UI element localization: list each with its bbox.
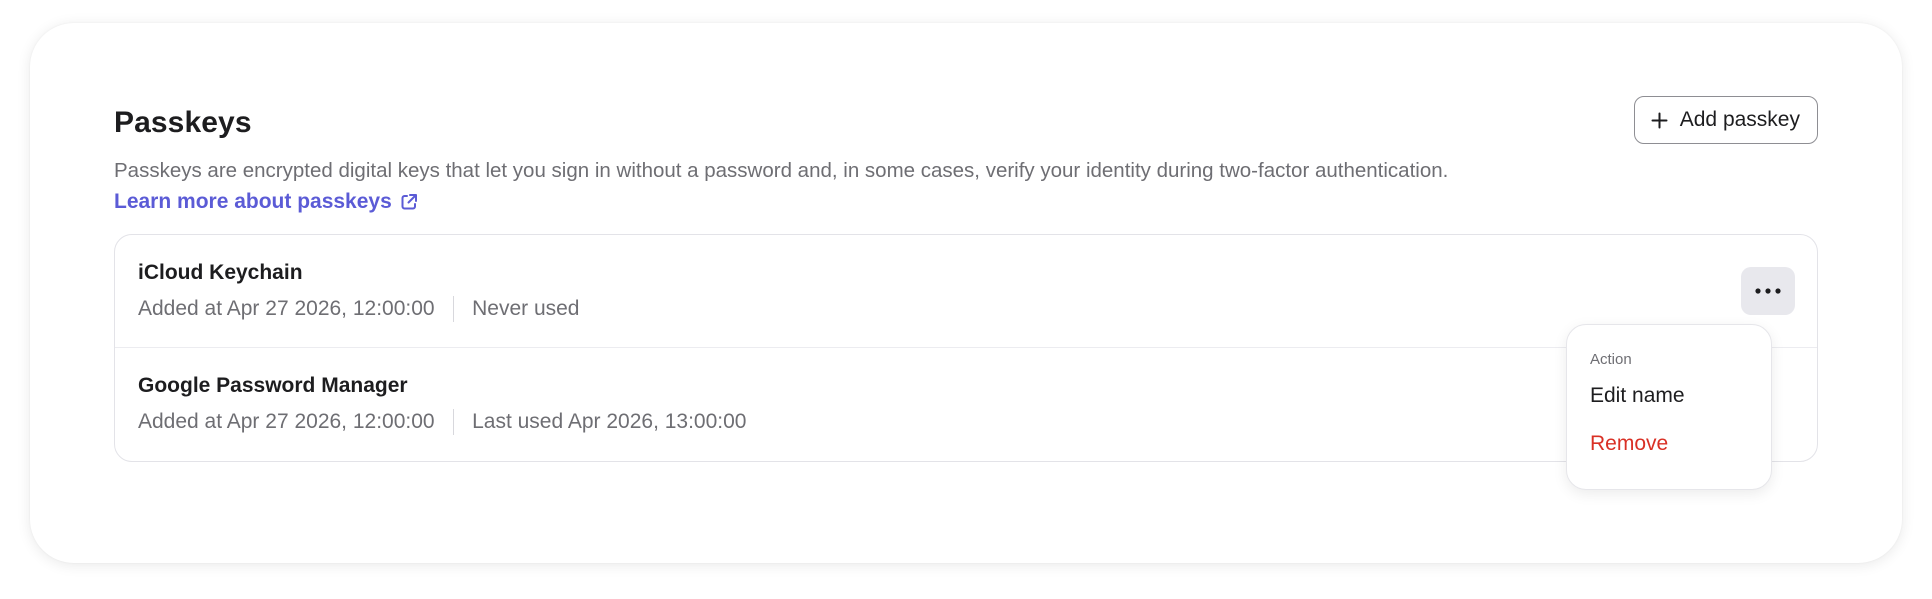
passkey-meta: Added at Apr 27 2026, 12:00:00 Never use…	[138, 294, 579, 324]
action-menu: Action Edit name Remove	[1566, 324, 1772, 490]
passkey-usage: Never used	[472, 297, 580, 320]
learn-more-label: Learn more about passkeys	[114, 190, 392, 213]
passkey-added-date: Added at Apr 27 2026, 12:00:00	[138, 297, 435, 320]
remove-menu-item[interactable]: Remove	[1590, 429, 1668, 459]
meta-divider	[452, 296, 455, 322]
passkey-row: iCloud Keychain Added at Apr 27 2026, 12…	[115, 235, 1817, 348]
section-title: Passkeys	[114, 106, 252, 139]
passkey-name: iCloud Keychain	[138, 261, 303, 284]
passkeys-card: Passkeys Add passkey Passkeys are encryp…	[30, 23, 1902, 563]
passkey-actions-button[interactable]	[1741, 267, 1795, 315]
plus-icon	[1651, 112, 1668, 128]
passkey-list: iCloud Keychain Added at Apr 27 2026, 12…	[114, 234, 1818, 462]
more-horizontal-icon	[1755, 288, 1781, 294]
passkey-row: Google Password Manager Added at Apr 27 …	[115, 348, 1817, 461]
add-passkey-label: Add passkey	[1679, 108, 1800, 131]
add-passkey-button[interactable]: Add passkey	[1633, 96, 1818, 144]
edit-name-menu-item[interactable]: Edit name	[1590, 381, 1685, 411]
passkey-meta: Added at Apr 27 2026, 12:00:00 Last used…	[138, 407, 746, 437]
meta-divider	[452, 409, 455, 435]
passkey-name: Google Password Manager	[138, 374, 408, 397]
passkey-usage: Last used Apr 2026, 13:00:00	[472, 410, 747, 433]
learn-more-link[interactable]: Learn more about passkeys	[114, 187, 419, 217]
external-link-icon	[401, 194, 417, 210]
passkey-added-date: Added at Apr 27 2026, 12:00:00	[138, 410, 435, 433]
action-menu-heading: Action	[1590, 351, 1632, 368]
section-description: Passkeys are encrypted digital keys that…	[114, 159, 1449, 182]
